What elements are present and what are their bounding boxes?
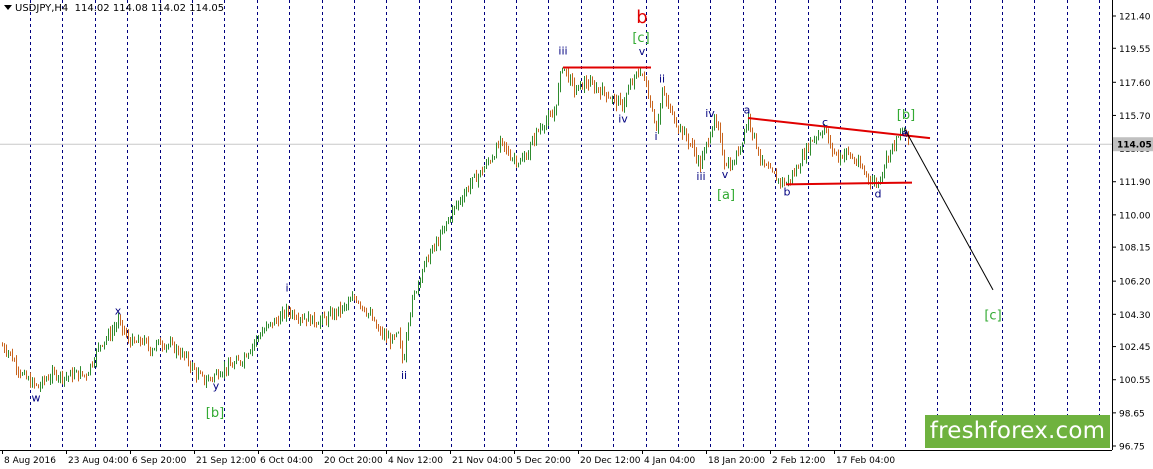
x-tick-label: 20 Dec 12:00 [580,456,641,466]
wave-labels: wxy[b]iiiiiib[c]viviiiiviii v[a]abcde[b][… [32,7,1002,421]
price-chart[interactable]: wxy[b]iiiiiib[c]viviiiiviii v[a]abcde[b][… [0,0,1153,469]
y-tick-label: 106.20 [1119,278,1151,288]
x-tick-label: 18 Jan 20:00 [708,456,765,466]
chart-title: USDJPY,H4 114.02 114.08 114.02 114.05 [4,3,224,14]
x-tick-label: 6 Sep 20:00 [132,456,187,466]
y-tick-label: 98.65 [1119,409,1145,419]
x-tick-label: 17 Feb 04:00 [836,456,895,466]
wave-label: iii [696,170,705,183]
dropdown-arrow-icon[interactable] [4,5,12,10]
axes: 121.40119.55117.60115.70113.80111.90110.… [0,0,1153,466]
x-tick-label: 4 Jan 04:00 [644,456,696,466]
x-tick-label: 6 Oct 04:00 [260,456,313,466]
lower-triangle-line[interactable] [785,181,913,186]
y-tick-label: 108.15 [1119,244,1151,254]
y-tick-label: 111.90 [1119,178,1151,188]
wave-label: i [654,130,657,143]
x-tick-label: 8 Aug 2016 [4,456,56,466]
wave-label: x [115,304,122,317]
y-tick-label: 104.30 [1119,311,1151,321]
x-tick-label: 21 Nov 04:00 [452,456,513,466]
current-price-label: 114.05 [1117,141,1152,151]
x-tick-label: 20 Oct 20:00 [324,456,383,466]
wave-label: [a] [717,188,735,203]
y-tick-label: 121.40 [1119,13,1151,23]
wave-label: d [875,187,882,200]
wave-label: w [32,392,41,405]
wave-label: [c] [632,31,649,46]
y-tick-label: 115.70 [1119,112,1151,122]
wave-label: iii [558,44,567,57]
wave-label: a [744,104,751,117]
freshforex-logo: freshforex.com [925,415,1110,448]
wave-label: e [902,126,909,139]
x-tick-label: 4 Nov 12:00 [388,456,443,466]
wave-label: i [285,282,288,295]
x-tick-label: 5 Dec 20:00 [516,456,571,466]
y-tick-label: 110.00 [1119,211,1151,221]
x-tick-label: 21 Sep 12:00 [196,456,256,466]
wave-label: ii [401,369,407,382]
y-tick-label: 102.45 [1119,343,1151,353]
y-tick-label: 100.55 [1119,376,1151,386]
wave-label: c [822,116,828,129]
wave-label: [b] [897,108,915,123]
symbol-timeframe: USDJPY,H4 [15,3,69,14]
candlestick-series [2,67,909,392]
y-tick-label: 119.55 [1119,45,1151,55]
vertical-grid [0,0,1112,450]
wave-label: iv [618,112,628,125]
wave-label: iv [705,107,715,120]
projection-line[interactable] [904,129,994,291]
wave-label: b [784,186,791,199]
y-tick-label: 117.60 [1119,79,1151,89]
x-tick-label: 23 Aug 04:00 [68,456,129,466]
wave-label: y [213,379,220,392]
wave-label: b [636,7,647,28]
x-tick-label: 2 Feb 12:00 [772,456,826,466]
wave-label: [b] [206,406,224,421]
wave-label: v [639,45,646,58]
wave-label: v [722,168,729,181]
wave-label: [c] [984,309,1001,324]
ohlc-values: 114.02 114.08 114.02 114.05 [74,3,225,14]
y-tick-label: 96.75 [1119,443,1145,453]
wave-label: ii [659,72,665,85]
